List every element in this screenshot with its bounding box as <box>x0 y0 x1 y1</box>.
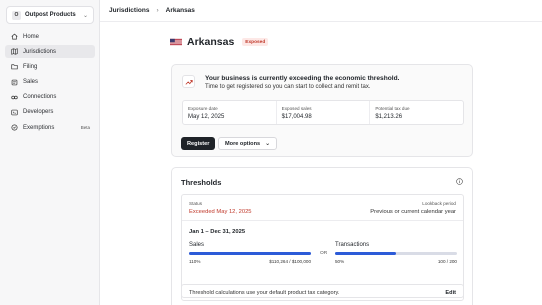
sidebar-item-label: Home <box>23 33 40 40</box>
more-options-button[interactable]: More options ⌄ <box>218 137 278 150</box>
thresholds-card: Thresholds Status Exceeded May 12, 2025 … <box>171 167 473 305</box>
sales-label: Sales <box>189 242 205 248</box>
sales-threshold: Sales 110% $110,264 / $100,000 <box>189 242 311 264</box>
sidebar-item-home[interactable]: Home <box>5 30 95 43</box>
breadcrumb-current: Arkansas <box>165 7 195 14</box>
sidebar-item-jurisdictions[interactable]: Jurisdictions <box>5 45 95 59</box>
sidebar-item-label: Jurisdictions <box>23 48 57 55</box>
stat-exposure-date: Exposure date May 12, 2025 <box>183 101 277 124</box>
stat-label: Exposure date <box>188 106 218 111</box>
sidebar-item-label: Sales <box>23 79 39 86</box>
threshold-details: Status Exceeded May 12, 2025 Lookback pe… <box>181 194 464 298</box>
threshold-footer: Threshold calculations use your default … <box>181 284 464 301</box>
stat-value: $17,004.98 <box>281 114 312 120</box>
lookback-value: Previous or current calendar year <box>370 209 456 215</box>
trending-up-icon <box>182 75 195 88</box>
stat-label: Potential tax due <box>375 106 410 111</box>
info-icon[interactable] <box>456 178 463 185</box>
folder-icon <box>10 63 18 71</box>
link-icon <box>10 93 18 101</box>
sales-amount: $110,264 / $100,000 <box>269 259 311 264</box>
sales-progress-fill <box>189 252 311 255</box>
sales-footer: 110% $110,264 / $100,000 <box>189 259 311 264</box>
transactions-threshold: Transactions 50% 100 / 200 <box>335 242 457 264</box>
sidebar-item-label: Exemptions <box>23 124 55 131</box>
sidebar-item-developers[interactable]: Developers <box>5 106 95 119</box>
stat-value: $1,213.26 <box>375 114 403 120</box>
transactions-label: Transactions <box>335 242 370 248</box>
page-title: Arkansas <box>187 36 235 48</box>
org-name: Outpost Products <box>25 12 76 18</box>
exposure-alert-card: Your business is currently exceeding the… <box>171 64 473 157</box>
transactions-progress-track <box>335 252 457 255</box>
exposure-stats: Exposure date May 12, 2025 Exposed sales… <box>182 100 464 125</box>
chevron-down-icon: ⌄ <box>265 141 271 147</box>
home-icon <box>10 33 18 41</box>
footer-text: Threshold calculations use your default … <box>189 289 340 296</box>
stat-exposed-sales: Exposed sales $17,004.98 <box>277 101 371 124</box>
sidebar-item-exemptions[interactable]: Exemptions Beta <box>5 121 95 134</box>
alert-subtitle: Time to get registered so you can start … <box>205 84 371 90</box>
thresholds-title: Thresholds <box>181 178 222 187</box>
register-button[interactable]: Register <box>181 137 216 150</box>
sales-progress-track <box>189 252 311 255</box>
status-badge: Exposed <box>242 38 269 46</box>
status-value: Exceeded May 12, 2025 <box>189 209 252 215</box>
beta-badge: Beta <box>80 125 90 131</box>
lookback-label: Lookback period <box>422 201 456 206</box>
sidebar: O Outpost Products ⌄ Home Jurisdictions … <box>0 0 100 305</box>
map-icon <box>10 48 18 56</box>
org-switcher[interactable]: O Outpost Products ⌄ <box>6 6 94 24</box>
transactions-footer: 50% 100 / 200 <box>335 259 457 264</box>
page-header: Arkansas Exposed <box>170 36 269 48</box>
sidebar-item-label: Filing <box>23 63 38 70</box>
sidebar-item-connections[interactable]: Connections <box>5 91 95 104</box>
us-flag-icon <box>170 38 182 46</box>
sidebar-nav: Home Jurisdictions Filing Sales Connecti… <box>5 30 95 136</box>
breadcrumb-separator: › <box>156 7 159 14</box>
breadcrumb: Jurisdictions › Arkansas <box>100 0 542 22</box>
stat-potential-tax: Potential tax due $1,213.26 <box>370 101 463 124</box>
or-label: OR <box>320 251 328 256</box>
transactions-progress-fill <box>335 252 396 255</box>
chevron-updown-icon: ⌄ <box>82 12 88 19</box>
more-options-label: More options <box>225 140 261 147</box>
period-label: Jan 1 – Dec 31, 2025 <box>189 229 246 235</box>
sidebar-item-filing[interactable]: Filing <box>5 60 95 73</box>
status-label: Status <box>189 201 203 206</box>
receipt-icon <box>10 78 18 86</box>
org-avatar: O <box>12 10 21 20</box>
sidebar-item-sales[interactable]: Sales <box>5 76 95 89</box>
breadcrumb-jurisdictions-link[interactable]: Jurisdictions <box>109 7 149 14</box>
transactions-percent: 50% <box>335 259 345 264</box>
badge-icon <box>10 124 18 132</box>
sidebar-item-label: Connections <box>23 94 57 101</box>
stat-value: May 12, 2025 <box>188 114 225 120</box>
transactions-count: 100 / 200 <box>437 259 457 264</box>
code-icon <box>10 108 18 116</box>
sales-percent: 110% <box>189 259 201 264</box>
alert-title: Your business is currently exceeding the… <box>205 75 400 82</box>
stat-label: Exposed sales <box>281 106 312 111</box>
divider <box>182 220 463 221</box>
edit-link[interactable]: Edit <box>445 290 456 296</box>
sidebar-item-label: Developers <box>23 109 54 116</box>
